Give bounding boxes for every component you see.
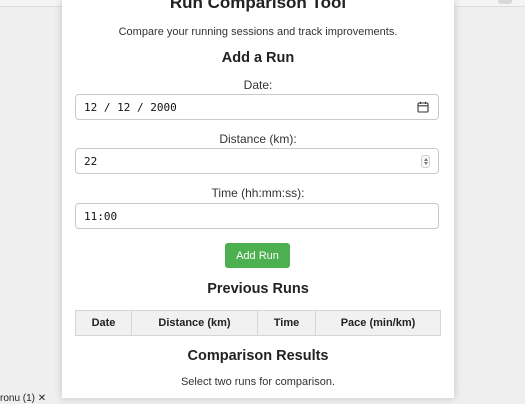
previous-runs-heading: Previous Runs — [207, 281, 309, 297]
distance-label: Distance (km): — [219, 132, 297, 146]
column-header-distance: Distance (km) — [131, 310, 258, 336]
runs-table: Date Distance (km) Time Pace (min/km) — [75, 310, 441, 336]
distance-input[interactable]: 22 — [75, 148, 439, 174]
add-run-heading: Add a Run — [221, 50, 295, 66]
column-header-date: Date — [75, 310, 132, 336]
app-card: Run Comparison Tool Compare your running… — [62, 0, 454, 398]
time-input[interactable]: 11:00 — [75, 203, 439, 229]
time-label: Time (hh:mm:ss): — [211, 186, 305, 200]
date-input[interactable]: 12 / 12 / 2000 — [75, 94, 439, 120]
date-value: 12 / 12 / 2000 — [84, 101, 177, 114]
time-value: 11:00 — [84, 210, 118, 223]
comparison-heading: Comparison Results — [187, 348, 329, 364]
browser-menu-chip[interactable] — [498, 0, 512, 4]
column-header-time: Time — [257, 310, 316, 336]
calendar-icon[interactable] — [417, 101, 429, 113]
column-header-pace: Pace (min/km) — [315, 310, 441, 336]
date-label: Date: — [243, 78, 273, 92]
page-subtitle: Compare your running sessions and track … — [118, 26, 398, 38]
page-title: Run Comparison Tool — [169, 0, 347, 12]
add-run-button[interactable]: Add Run — [225, 243, 290, 268]
comparison-message: Select two runs for comparison. — [180, 376, 336, 388]
runs-table-header-row: Date Distance (km) Time Pace (min/km) — [75, 310, 441, 336]
download-chip-label[interactable]: ronu (1) ✕ — [0, 393, 46, 404]
distance-stepper[interactable] — [421, 155, 430, 168]
distance-value: 22 — [84, 155, 98, 168]
